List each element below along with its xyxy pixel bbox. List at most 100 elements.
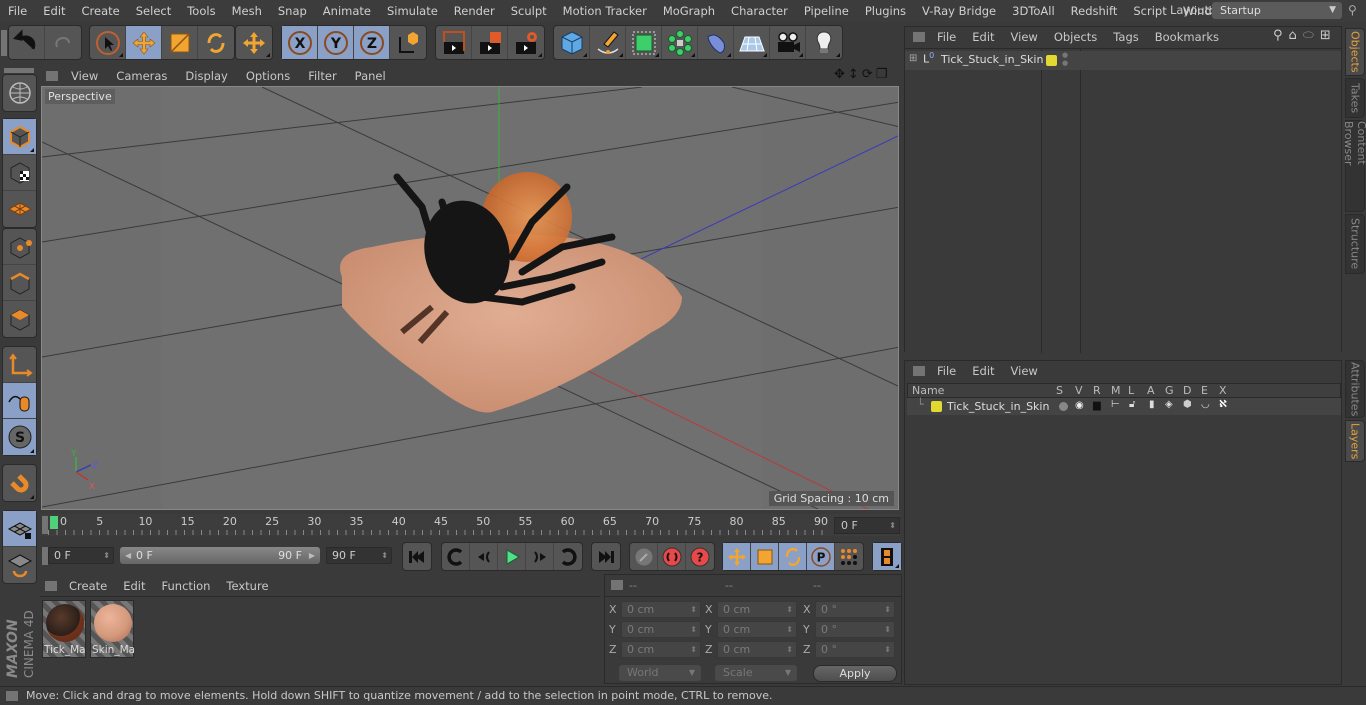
material-menu-create[interactable]: Create [61, 579, 115, 593]
menu-tools[interactable]: Tools [179, 4, 223, 18]
xref-icon[interactable]: ℵ [1219, 399, 1227, 410]
object-manager-grip[interactable] [913, 32, 925, 42]
material-tick[interactable]: Tick_Ma [42, 600, 86, 658]
layers-menu-file[interactable]: File [929, 364, 964, 378]
column-deformers[interactable]: D [1183, 384, 1191, 397]
recent-tool-button[interactable] [236, 26, 272, 59]
manager-tree-icon[interactable]: ⊢ [1111, 399, 1120, 410]
viewport-menu-view[interactable]: View [62, 69, 107, 83]
layer-row[interactable]: └ Tick_Stuck_in_Skin ◉ ▆ ⊢ 🔓︎ ▮ ◈ ⬢ ◡ ℵ [907, 398, 1341, 415]
goto-start-button[interactable] [403, 543, 431, 570]
objects-menu-tags[interactable]: Tags [1105, 30, 1146, 44]
column-solo[interactable]: S [1056, 384, 1063, 397]
objects-menu-edit[interactable]: Edit [964, 30, 1002, 44]
viewport-pan-icon[interactable]: ✥ [834, 67, 845, 82]
timeline-window-button[interactable] [873, 543, 901, 570]
rotate-button[interactable] [198, 26, 234, 59]
spinner-icon[interactable]: ⬍ [381, 548, 388, 563]
spinner-icon[interactable]: ⬍ [690, 602, 697, 617]
autokey-button[interactable] [658, 543, 686, 570]
perspective-viewport[interactable]: Y Z X Perspective Grid Spacing : 10 cm [41, 86, 899, 510]
tweak-mode-button[interactable] [3, 383, 36, 419]
end-frame-field[interactable]: 90 F ⬍ [326, 547, 392, 564]
redo-button[interactable] [45, 26, 81, 59]
undo-button[interactable] [9, 26, 45, 59]
viewport-grip[interactable] [46, 71, 58, 81]
menu-animate[interactable]: Animate [315, 4, 379, 18]
spinner-icon[interactable]: ⬍ [103, 548, 110, 563]
key-pla-button[interactable] [835, 543, 863, 570]
column-expressions[interactable]: E [1201, 384, 1208, 397]
visibility-dots-icon[interactable]: ● ● [1062, 51, 1068, 67]
layer-name[interactable]: Tick_Stuck_in_Skin [947, 400, 1049, 413]
menu-3dtoall[interactable]: 3DToAll [1004, 4, 1063, 18]
play-button[interactable] [498, 543, 526, 570]
column-visible[interactable]: V [1075, 384, 1083, 397]
layer-manager-grip[interactable] [913, 366, 925, 376]
menu-sculpt[interactable]: Sculpt [503, 4, 555, 18]
spinner-icon[interactable]: ⬍ [786, 602, 793, 617]
cube-button[interactable] [554, 26, 590, 59]
spinner-icon[interactable]: ⬍ [884, 622, 891, 637]
menu-mesh[interactable]: Mesh [224, 4, 270, 18]
layer-color-swatch[interactable] [1046, 55, 1057, 66]
column-animation[interactable]: A [1147, 384, 1155, 397]
snap-button[interactable] [3, 465, 36, 501]
objects-menu-view[interactable]: View [1003, 30, 1046, 44]
menu-simulate[interactable]: Simulate [379, 4, 446, 18]
x-axis-button[interactable]: X [282, 26, 318, 59]
move-button[interactable] [126, 26, 162, 59]
current-frame-field[interactable]: 0 F ⬍ [834, 517, 900, 534]
search-icon[interactable]: ⚲ [1273, 28, 1283, 43]
objects-menu-bookmarks[interactable]: Bookmarks [1147, 30, 1227, 44]
points-mode-button[interactable] [3, 229, 36, 265]
rotation-z-field[interactable]: 0 ° ⬍ [815, 641, 895, 658]
render-clapper-icon[interactable]: ▆ [1093, 400, 1101, 411]
viewport-camera-label[interactable]: Perspective [45, 89, 115, 104]
key-parameter-button[interactable]: P [807, 543, 835, 570]
tab-attributes[interactable]: Attributes [1345, 360, 1365, 418]
render-picture-viewer-button[interactable] [472, 26, 508, 59]
viewport-orbit-icon[interactable]: ⟳ [862, 67, 873, 82]
spinner-icon[interactable]: ⬍ [884, 642, 891, 657]
spinner-icon[interactable]: ⬍ [690, 622, 697, 637]
deformer-button[interactable] [698, 26, 734, 59]
start-frame-field[interactable]: 0 F ⬍ [48, 547, 114, 564]
pen-button[interactable] [590, 26, 626, 59]
size-z-field[interactable]: 0 cm ⬍ [717, 641, 797, 658]
axis-mode-button[interactable] [3, 347, 36, 383]
render-view-button[interactable] [436, 26, 472, 59]
enable-workplane-button[interactable] [3, 511, 36, 547]
model-mode-button[interactable] [3, 119, 36, 155]
locked-workplane-button[interactable] [3, 547, 36, 583]
new-window-icon[interactable]: ⊞ [1320, 28, 1331, 43]
layers-menu-view[interactable]: View [1003, 364, 1046, 378]
timeline-ruler[interactable]: 0 5 10 15 20 25 30 35 40 45 50 55 60 65 70 75 80 85 90 [48, 514, 828, 536]
object-row[interactable]: ⊞ L0 Tick_Stuck_in_Skin ● ● [905, 51, 1341, 70]
range-right-arrow-icon[interactable]: ▶ [309, 547, 315, 564]
playhead[interactable] [50, 516, 58, 529]
z-axis-button[interactable]: Z [354, 26, 390, 59]
cloner-button[interactable] [662, 26, 698, 59]
motion-path-button[interactable] [630, 543, 658, 570]
tab-takes[interactable]: Takes [1345, 78, 1365, 118]
rotation-y-field[interactable]: 0 ° ⬍ [815, 621, 895, 638]
column-name[interactable]: Name [912, 384, 944, 397]
menu-mograph[interactable]: MoGraph [655, 4, 723, 18]
tab-content-browser[interactable]: Content Browser [1342, 120, 1366, 212]
key-position-button[interactable] [723, 543, 751, 570]
solo-toggle-icon[interactable] [1059, 402, 1068, 411]
next-frame-button[interactable] [526, 543, 554, 570]
generator-icon[interactable]: ◈ [1165, 399, 1173, 410]
menu-create[interactable]: Create [74, 4, 128, 18]
menu-edit[interactable]: Edit [35, 4, 73, 18]
viewport-menu-options[interactable]: Options [237, 69, 299, 83]
floor-button[interactable] [734, 26, 770, 59]
menu-redshift[interactable]: Redshift [1063, 4, 1126, 18]
layers-menu-edit[interactable]: Edit [964, 364, 1002, 378]
menu-plugins[interactable]: Plugins [857, 4, 914, 18]
viewport-zoom-icon[interactable]: ↕ [848, 67, 859, 82]
toolbar-grip[interactable] [1, 30, 7, 56]
column-xrefs[interactable]: X [1219, 384, 1227, 397]
keyframe-selection-button[interactable]: ? [686, 543, 714, 570]
